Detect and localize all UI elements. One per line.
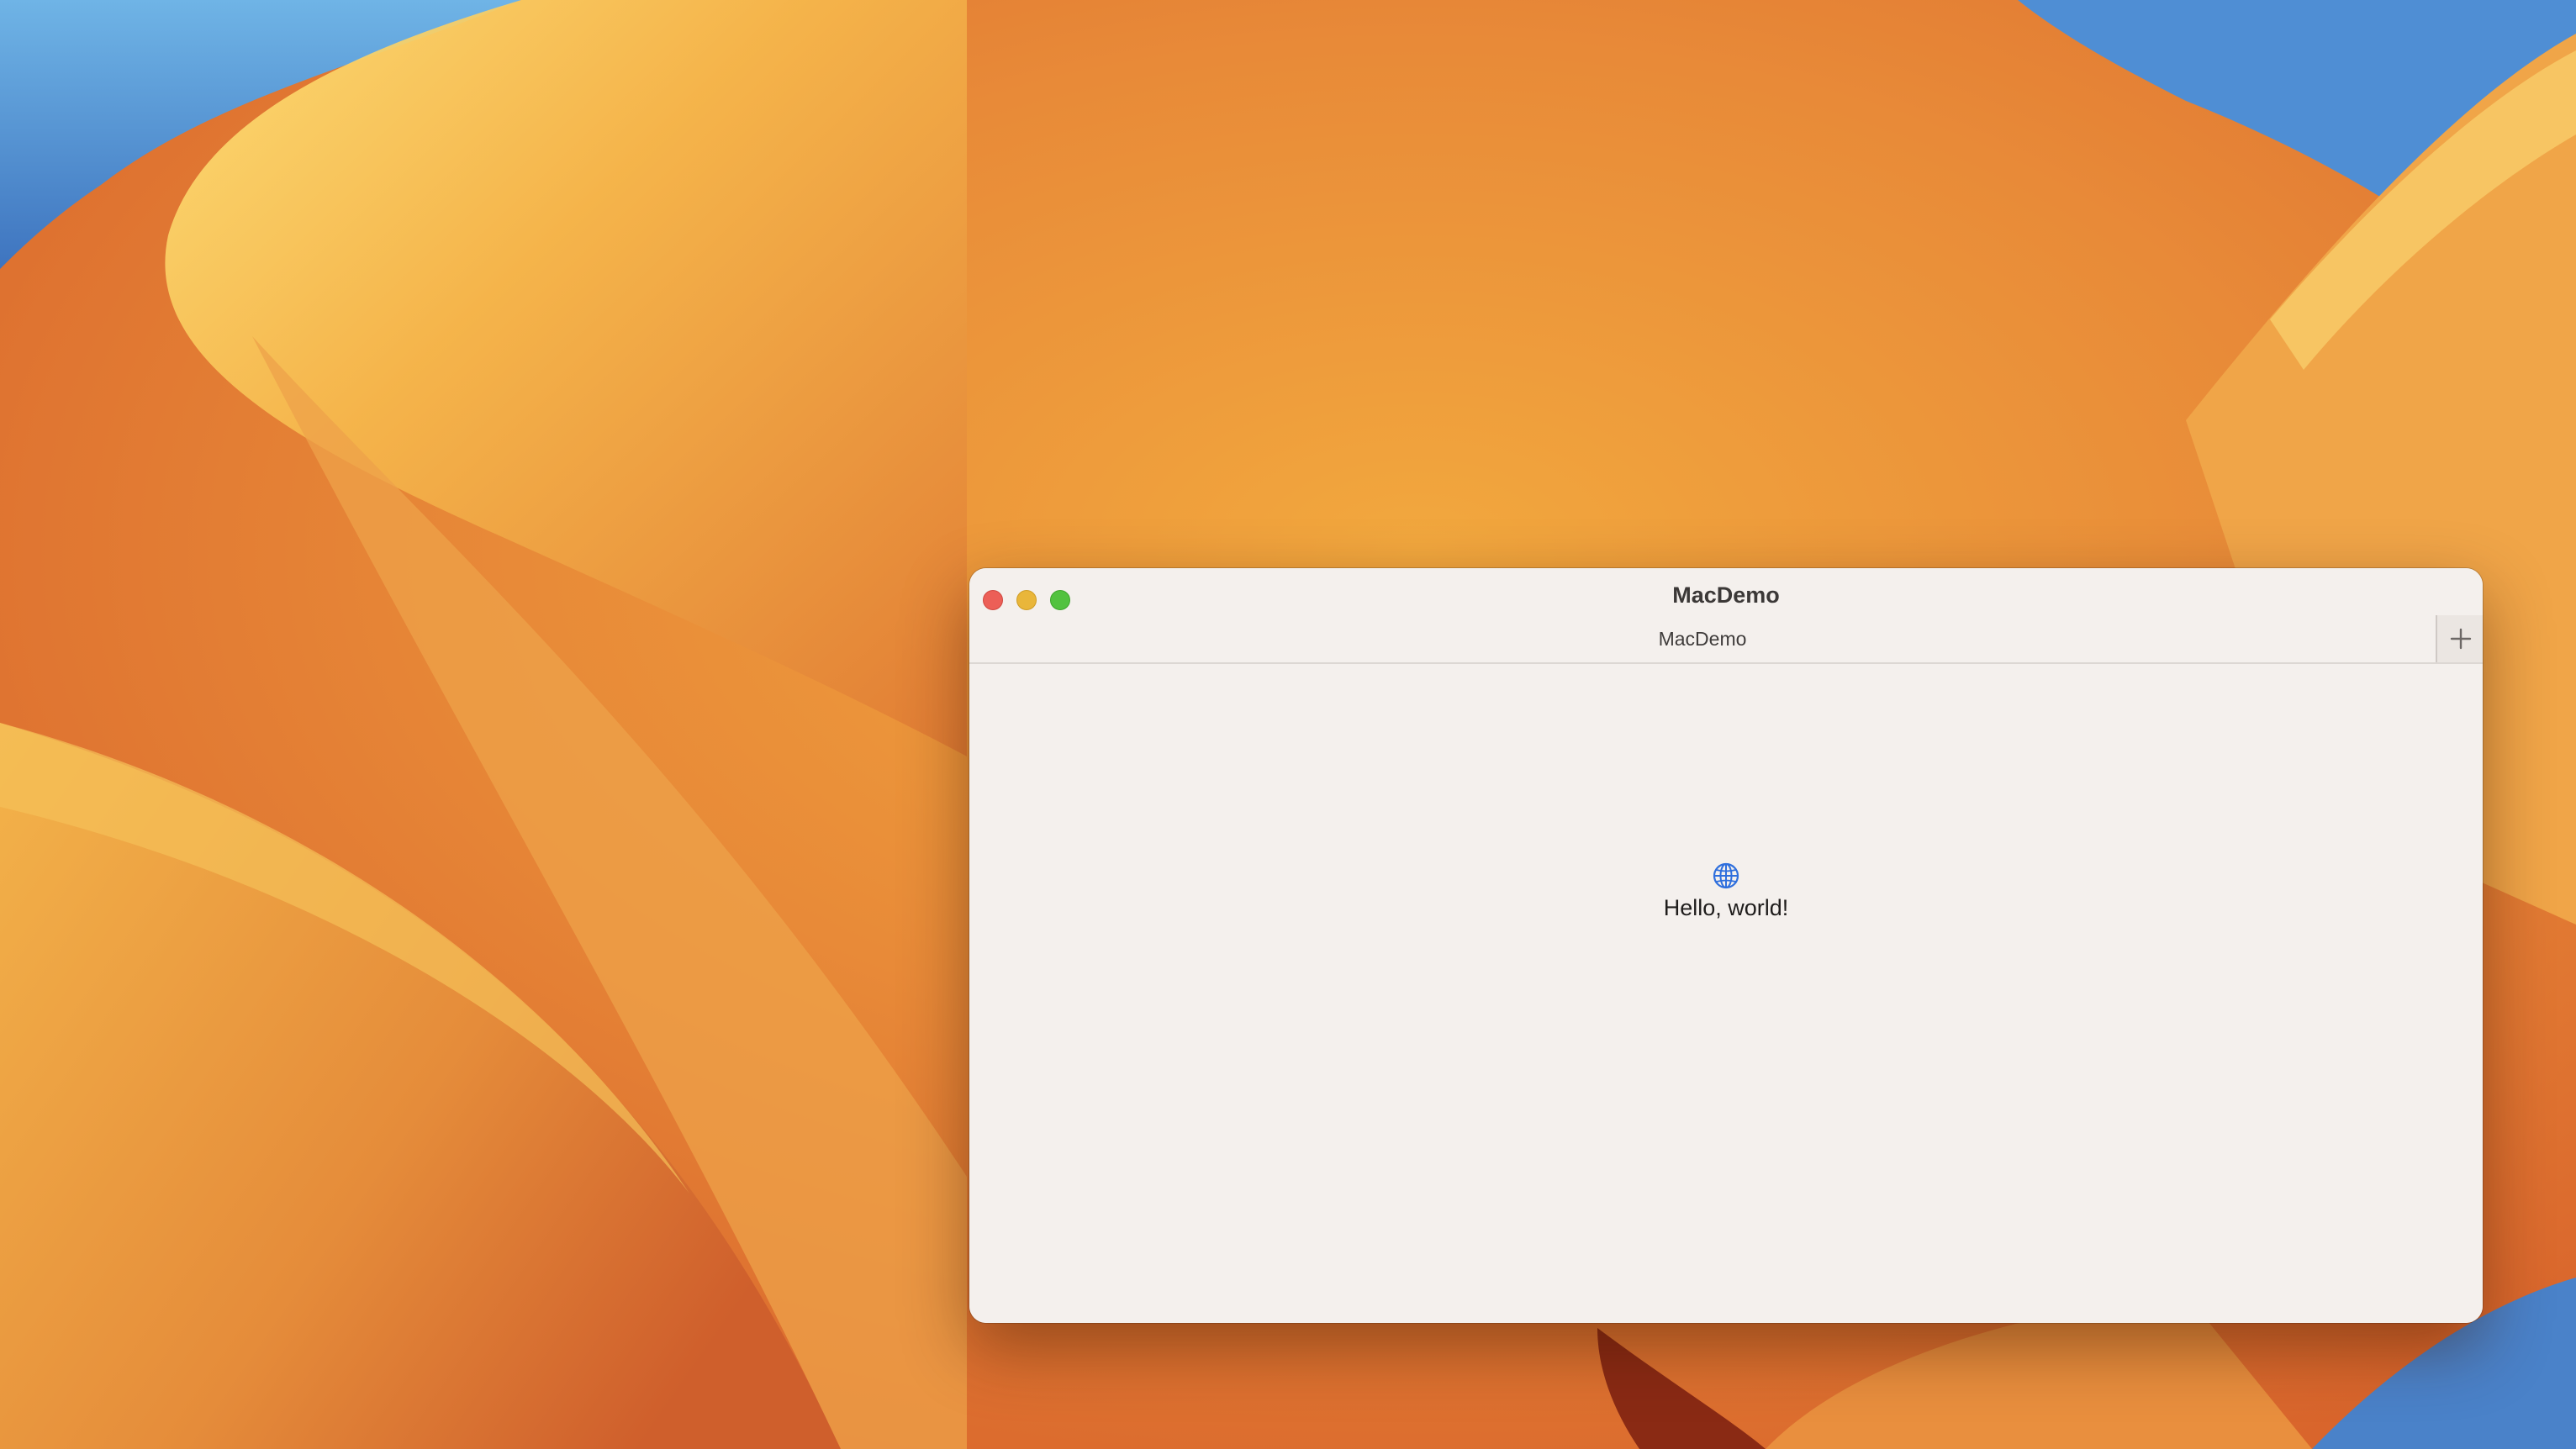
new-tab-button[interactable] <box>2436 615 2483 662</box>
window-title: MacDemo <box>1672 582 1780 608</box>
plus-icon <box>2450 628 2472 650</box>
title-bar: MacDemo MacDemo <box>969 568 2483 664</box>
globe-icon <box>1713 862 1739 889</box>
content-area: Hello, world! <box>969 664 2483 1323</box>
tab-bar: MacDemo <box>969 615 2483 662</box>
tab-macdemo[interactable]: MacDemo <box>969 615 2436 662</box>
greeting-text: Hello, world! <box>1663 895 1789 920</box>
app-window: MacDemo MacDemo Hello, world! <box>969 568 2483 1323</box>
